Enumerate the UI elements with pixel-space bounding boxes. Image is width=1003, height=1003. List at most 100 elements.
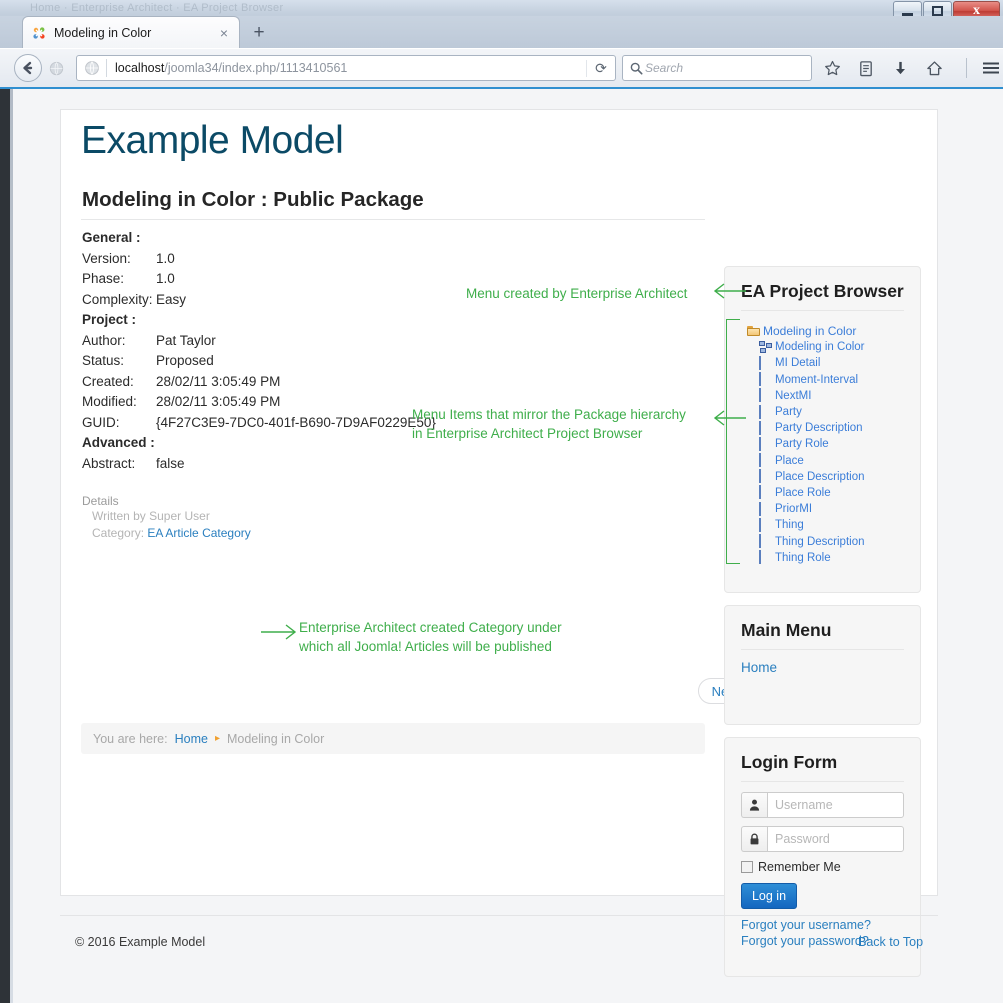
tree-item-label: Place Role: [775, 487, 831, 499]
class-icon: [759, 519, 773, 532]
tree-item[interactable]: MI Detail: [747, 355, 904, 371]
browser-viewport: Example Model Modeling in Color : Public…: [0, 87, 1003, 1003]
tree-item[interactable]: Modeling in Color: [747, 339, 904, 355]
tab-title: Modeling in Color: [54, 26, 217, 40]
tree-item-label: Party Description: [775, 422, 863, 434]
reading-list-icon[interactable]: [856, 58, 876, 78]
annotation-arrow-1-icon: [710, 281, 748, 301]
tree-item[interactable]: Thing Description: [747, 533, 904, 549]
breadcrumb-separator-icon: ▸: [215, 733, 220, 744]
tree-item[interactable]: Modeling in Color: [747, 323, 904, 339]
tree-item-label: Thing Description: [775, 536, 864, 548]
detail-key: Author:: [82, 333, 156, 354]
annotation-category-line1: Enterprise Architect created Category un…: [299, 618, 562, 637]
class-icon: [759, 406, 773, 419]
category-link[interactable]: EA Article Category: [147, 526, 250, 540]
joomla-favicon-icon: [31, 25, 47, 41]
menu-item-home[interactable]: Home: [741, 660, 777, 675]
class-icon: [759, 503, 773, 516]
browser-tab[interactable]: Modeling in Color ×: [22, 16, 240, 48]
detail-key: General :: [82, 230, 156, 251]
tree-item[interactable]: Place: [747, 453, 904, 469]
tree-item[interactable]: Place Description: [747, 469, 904, 485]
article-info: Details Written by Super User Category: …: [82, 494, 251, 542]
tree-item[interactable]: Party Role: [747, 436, 904, 452]
search-bar[interactable]: Search: [622, 55, 812, 81]
tree-item-label: Place Description: [775, 471, 864, 483]
back-arrow-icon: [20, 60, 36, 76]
article-author: Written by Super User: [82, 508, 251, 525]
page-container: Example Model Modeling in Color : Public…: [60, 109, 938, 896]
hamburger-menu-icon[interactable]: [981, 58, 1001, 78]
reload-icon[interactable]: ⟳: [586, 60, 615, 77]
annotation-category: Enterprise Architect created Category un…: [299, 618, 562, 656]
footer-copyright: © 2016 Example Model: [75, 935, 205, 949]
detail-value: Pat Taylor: [156, 333, 642, 354]
tree-item[interactable]: NextMI: [747, 388, 904, 404]
back-button[interactable]: [14, 54, 42, 82]
annotation-arrow-3-icon: [260, 622, 300, 642]
detail-value: Proposed: [156, 353, 642, 374]
forward-button[interactable]: [44, 56, 68, 80]
tree-item-label: NextMI: [775, 390, 811, 402]
class-icon: [759, 357, 773, 370]
breadcrumb-current: Modeling in Color: [227, 732, 324, 746]
tree-item-label: Place: [775, 455, 804, 467]
site-identity-globe-icon: [84, 60, 100, 76]
back-to-top-link[interactable]: Back to Top: [858, 935, 923, 949]
web-page: Example Model Modeling in Color : Public…: [13, 89, 1003, 1003]
class-icon: [759, 535, 773, 548]
class-icon: [759, 486, 773, 499]
home-icon[interactable]: [924, 58, 944, 78]
module-ea-project-browser: EA Project Browser Modeling in Color Mode…: [724, 266, 921, 593]
detail-value: [156, 230, 642, 251]
tree-item[interactable]: PriorMI: [747, 501, 904, 517]
search-icon: [630, 62, 643, 75]
article-info-heading: Details: [82, 494, 251, 508]
username-field-group: Username: [741, 792, 904, 818]
tree-item[interactable]: Thing: [747, 517, 904, 533]
tree-item[interactable]: Moment-Interval: [747, 372, 904, 388]
url-path: /joomla34/index.php/1113410561: [164, 61, 347, 75]
detail-row: Version:1.0: [82, 251, 642, 272]
detail-key: GUID:: [82, 415, 156, 436]
tree-item-label: Party Role: [775, 438, 829, 450]
detail-key: Created:: [82, 374, 156, 395]
forgot-username-link[interactable]: Forgot your username?: [741, 917, 904, 933]
new-tab-button[interactable]: +: [248, 22, 270, 44]
lock-icon: [741, 826, 767, 852]
toolbar-icons: [822, 58, 1001, 78]
detail-value: false: [156, 456, 642, 477]
tree-item[interactable]: Thing Role: [747, 550, 904, 566]
remember-me-checkbox[interactable]: [741, 861, 753, 873]
login-button[interactable]: Log in: [741, 883, 797, 909]
tree-item-label: Modeling in Color: [763, 324, 856, 338]
star-icon[interactable]: [822, 58, 842, 78]
username-input[interactable]: Username: [767, 792, 904, 818]
heading-divider: [81, 219, 705, 220]
class-icon: [759, 373, 773, 386]
search-input[interactable]: Search: [645, 61, 683, 75]
module-title-ea: EA Project Browser: [725, 267, 920, 310]
password-input[interactable]: Password: [767, 826, 904, 852]
annotation-arrow-2-icon: [710, 408, 748, 428]
detail-row: Status:Proposed: [82, 353, 642, 374]
detail-key: Complexity:: [82, 292, 156, 313]
module-title-login: Login Form: [725, 738, 920, 781]
remember-me-label: Remember Me: [758, 860, 841, 874]
site-title: Example Model: [81, 119, 343, 163]
tree-item-label: Modeling in Color: [775, 341, 865, 353]
download-icon[interactable]: [890, 58, 910, 78]
breadcrumb-home-link[interactable]: Home: [175, 732, 208, 746]
class-icon: [759, 438, 773, 451]
tree-item[interactable]: Party Description: [747, 420, 904, 436]
url-bar[interactable]: localhost/joomla34/index.php/1113410561 …: [76, 55, 616, 81]
tree-item-label: Moment-Interval: [775, 374, 858, 386]
password-field-group: Password: [741, 826, 904, 852]
annotation-menu-items: Menu Items that mirror the Package hiera…: [412, 405, 686, 443]
tree-item[interactable]: Party: [747, 404, 904, 420]
detail-row: Author:Pat Taylor: [82, 333, 642, 354]
tree-item[interactable]: Place Role: [747, 485, 904, 501]
detail-row: Abstract:false: [82, 456, 642, 477]
tab-close-icon[interactable]: ×: [217, 26, 231, 40]
